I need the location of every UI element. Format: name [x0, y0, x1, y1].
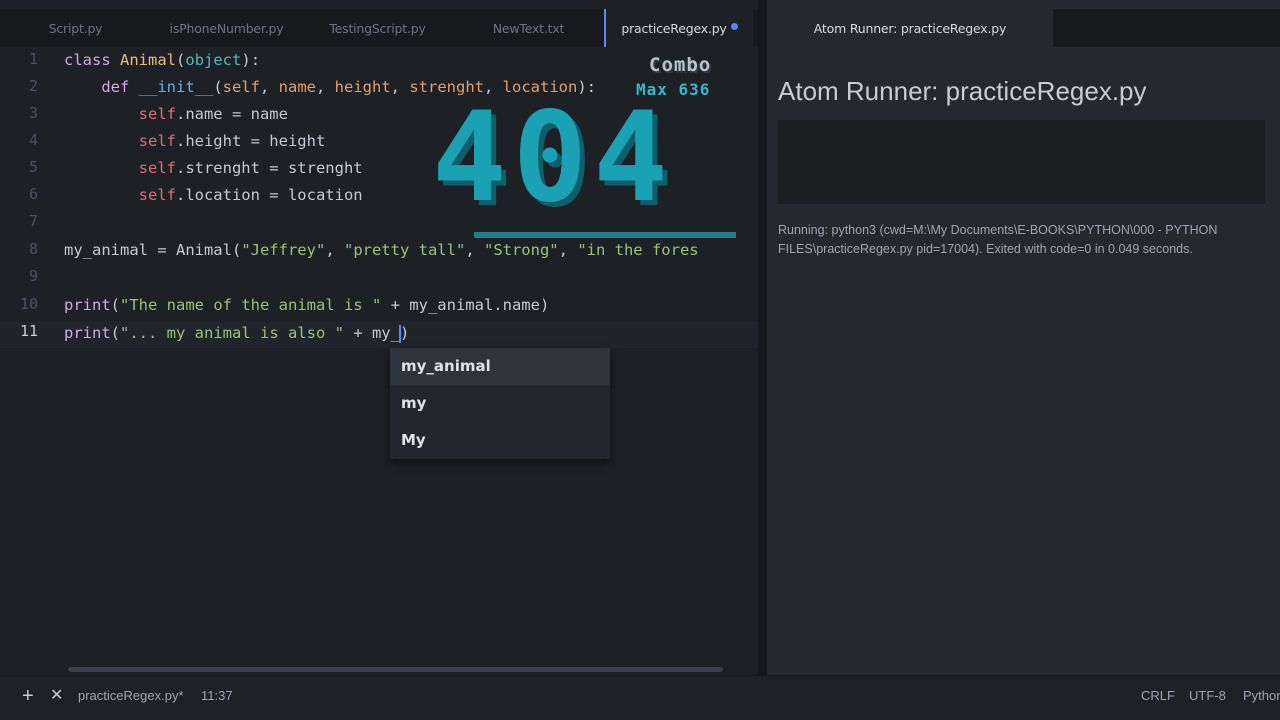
punctuation: , — [558, 241, 578, 259]
tab-label: practiceRegex.py — [621, 20, 727, 36]
combo-progress-bar — [474, 232, 736, 238]
punctuation: , — [325, 241, 344, 259]
code-text: .height = height — [175, 132, 326, 150]
runner-status-text: Running: python3 (cwd=M:\My Documents\E-… — [778, 223, 1218, 256]
punctuation: , — [316, 78, 335, 96]
punctuation: ( — [110, 324, 121, 342]
status-file-name[interactable]: practiceRegex.py* — [78, 686, 184, 706]
class-name: Animal — [120, 51, 177, 69]
status-grammar[interactable]: Python — [1243, 686, 1280, 706]
code-line: my_animal = Animal("Jeffrey", "pretty ta… — [64, 237, 699, 264]
status-line-ending[interactable]: CRLF — [1141, 686, 1175, 706]
string: "pretty tall" — [343, 241, 466, 259]
pane-divider[interactable] — [758, 0, 767, 675]
close-icon[interactable]: ✕ — [50, 686, 63, 706]
code-line-current: print("... my animal is also " + my_) — [64, 320, 409, 347]
punctuation: , — [260, 78, 279, 96]
code-line: self.name = name — [64, 101, 288, 128]
tab-label: NewText.txt — [492, 20, 565, 36]
add-icon[interactable]: + — [22, 686, 34, 706]
code-line: self.height = height — [64, 128, 326, 155]
autocomplete-item-selected[interactable]: my_animal — [390, 348, 610, 385]
runner-pane: Atom Runner: practiceRegex.py Atom Runne… — [767, 0, 1280, 675]
string: "... my animal is also " — [120, 324, 344, 342]
tab-practiceregex-py[interactable]: practiceRegex.py — [604, 9, 753, 47]
autocomplete-item[interactable]: my — [390, 385, 610, 422]
function-name: __init__ — [138, 78, 214, 96]
punctuation: , — [390, 78, 410, 96]
self-keyword: self — [138, 105, 176, 123]
param: name — [278, 78, 316, 96]
combo-title: Combo — [649, 54, 712, 76]
tab-label: Script.py — [48, 20, 103, 36]
code-line: self.location = location — [64, 182, 363, 209]
tab-label: Atom Runner: practiceRegex.py — [813, 20, 1007, 36]
code-line: class Animal(object): — [64, 47, 260, 74]
builtin-function: print — [64, 324, 111, 342]
code-text: + my_ — [343, 324, 400, 342]
combo-count: 404 — [432, 86, 674, 230]
keyword: def — [101, 78, 130, 96]
tab-atom-runner[interactable]: Atom Runner: practiceRegex.py — [767, 9, 1053, 47]
punctuation: , — [465, 241, 484, 259]
editor-tab-bar: Script.py isPhoneNumber.py TestingScript… — [0, 9, 758, 47]
punctuation: ( — [176, 51, 186, 69]
self-keyword: self — [138, 132, 176, 150]
code-line: self.strenght = strenght — [64, 155, 363, 182]
string: "Strong" — [483, 241, 559, 259]
string: "Jeffrey" — [241, 241, 326, 259]
horizontal-scrollbar[interactable] — [68, 667, 723, 672]
param: height — [334, 78, 391, 96]
code-text: + my_animal.name) — [381, 296, 550, 314]
tab-testingscript-py[interactable]: TestingScript.py — [302, 9, 453, 47]
punctuation: ( — [110, 296, 121, 314]
editor-pane: Script.py isPhoneNumber.py TestingScript… — [0, 0, 758, 675]
modified-indicator-icon — [730, 22, 738, 30]
code-text: .name = name — [175, 105, 288, 123]
tab-label: TestingScript.py — [329, 20, 426, 36]
punctuation: ): — [241, 51, 261, 69]
punctuation: ( — [213, 78, 223, 96]
autocomplete-popup: my_animal my My — [390, 348, 610, 459]
code-text: my_animal = Animal( — [64, 241, 242, 259]
status-cursor-position[interactable]: 11:37 — [201, 686, 233, 706]
self-keyword: self — [138, 186, 176, 204]
builtin: object — [185, 51, 242, 69]
code-text: .strenght = strenght — [175, 159, 363, 177]
builtin-function: print — [64, 296, 111, 314]
tab-script-py[interactable]: Script.py — [0, 9, 151, 47]
param: self — [222, 78, 260, 96]
tab-newtext-txt[interactable]: NewText.txt — [453, 9, 604, 47]
tab-label: isPhoneNumber.py — [169, 20, 284, 36]
status-encoding[interactable]: UTF-8 — [1189, 686, 1226, 706]
status-bar: + ✕ practiceRegex.py* 11:37 CRLF UTF-8 P… — [0, 675, 1280, 720]
self-keyword: self — [138, 159, 176, 177]
code-text: .location = location — [175, 186, 363, 204]
keyword: class — [64, 51, 111, 69]
runner-title: Atom Runner: practiceRegex.py — [778, 76, 1147, 106]
runner-output-box — [778, 120, 1265, 204]
string: "in the fores — [577, 241, 699, 259]
tab-isphonenumber-py[interactable]: isPhoneNumber.py — [151, 9, 302, 47]
punctuation: ) — [399, 324, 410, 342]
autocomplete-item[interactable]: My — [390, 422, 610, 459]
code-line: print("The name of the animal is " + my_… — [64, 292, 549, 319]
string: "The name of the animal is " — [120, 296, 382, 314]
runner-tab-bar: Atom Runner: practiceRegex.py — [767, 9, 1280, 47]
